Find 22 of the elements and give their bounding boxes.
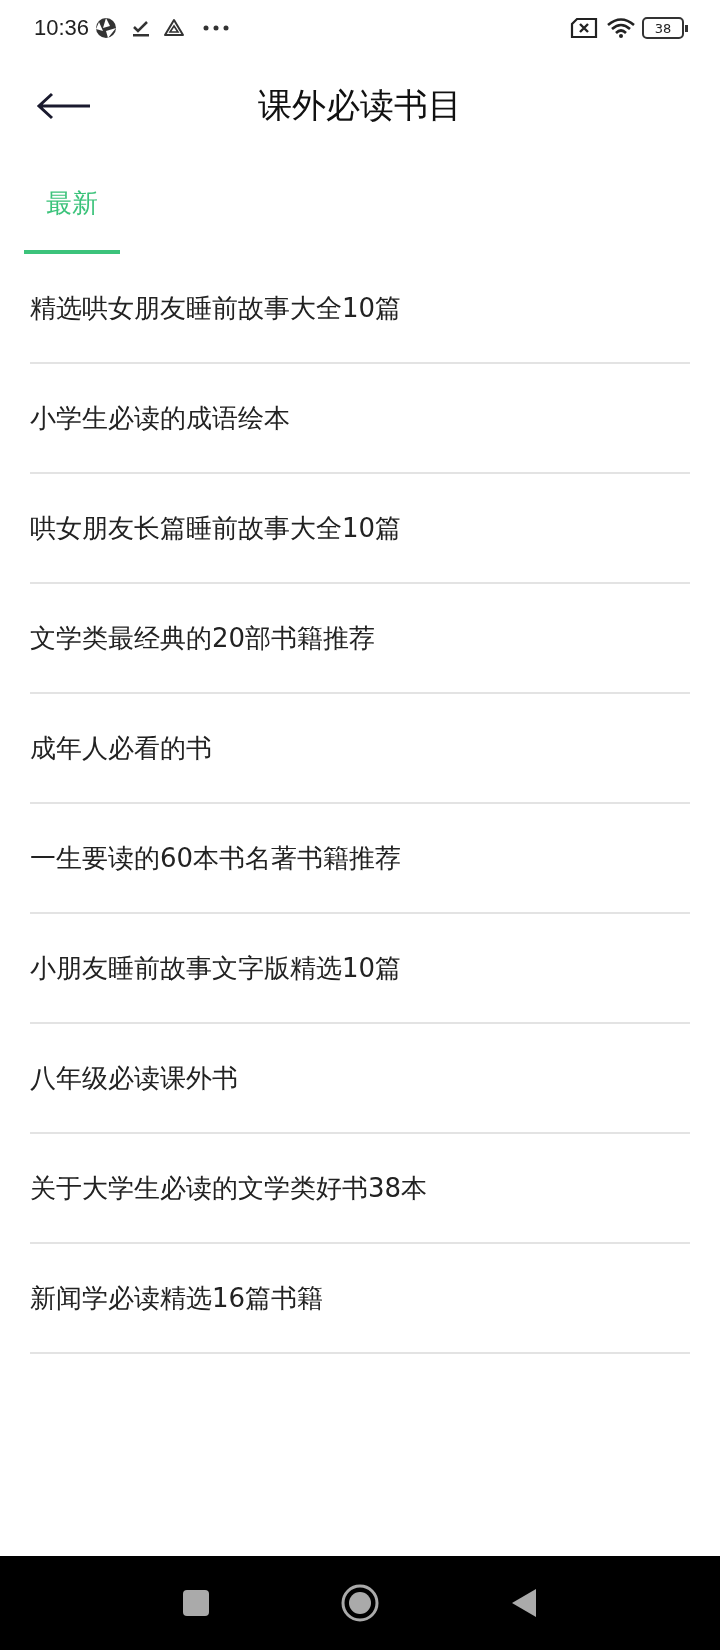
book-list-title[interactable]: 关于大学生必读的文学类好书38本 bbox=[30, 1170, 428, 1206]
book-list-title[interactable]: 小朋友睡前故事文字版精选10篇 bbox=[30, 950, 402, 986]
book-list-title[interactable]: 成年人必看的书 bbox=[30, 730, 212, 766]
book-list-title[interactable]: 一生要读的60本书名著书籍推荐 bbox=[30, 840, 402, 876]
book-list-title[interactable]: 新闻学必读精选16篇书籍 bbox=[30, 1280, 324, 1316]
book-list-title[interactable]: 精选哄女朋友睡前故事大全10篇 bbox=[30, 290, 402, 326]
book-list-title[interactable]: 文学类最经典的20部书籍推荐 bbox=[30, 620, 376, 656]
book-list-title[interactable]: 哄女朋友长篇睡前故事大全10篇 bbox=[30, 510, 402, 546]
aperture-icon bbox=[95, 17, 118, 39]
book-list-title[interactable]: 小学生必读的成语绘本 bbox=[30, 400, 290, 436]
book-list-title[interactable]: 八年级必读课外书 bbox=[30, 1060, 238, 1096]
battery-icon: 38 bbox=[642, 17, 684, 39]
back-nav-button[interactable] bbox=[510, 1587, 538, 1619]
recents-button[interactable] bbox=[182, 1589, 210, 1617]
more-icon bbox=[203, 25, 230, 31]
no-sim-icon bbox=[570, 17, 598, 39]
checkmark-icon bbox=[131, 18, 152, 38]
page-title: 课外必读书目 bbox=[257, 84, 463, 127]
wifi-icon bbox=[606, 17, 636, 39]
home-button[interactable] bbox=[340, 1583, 380, 1623]
triangle-icon bbox=[163, 18, 186, 38]
status-time: 10:36 bbox=[34, 15, 90, 41]
